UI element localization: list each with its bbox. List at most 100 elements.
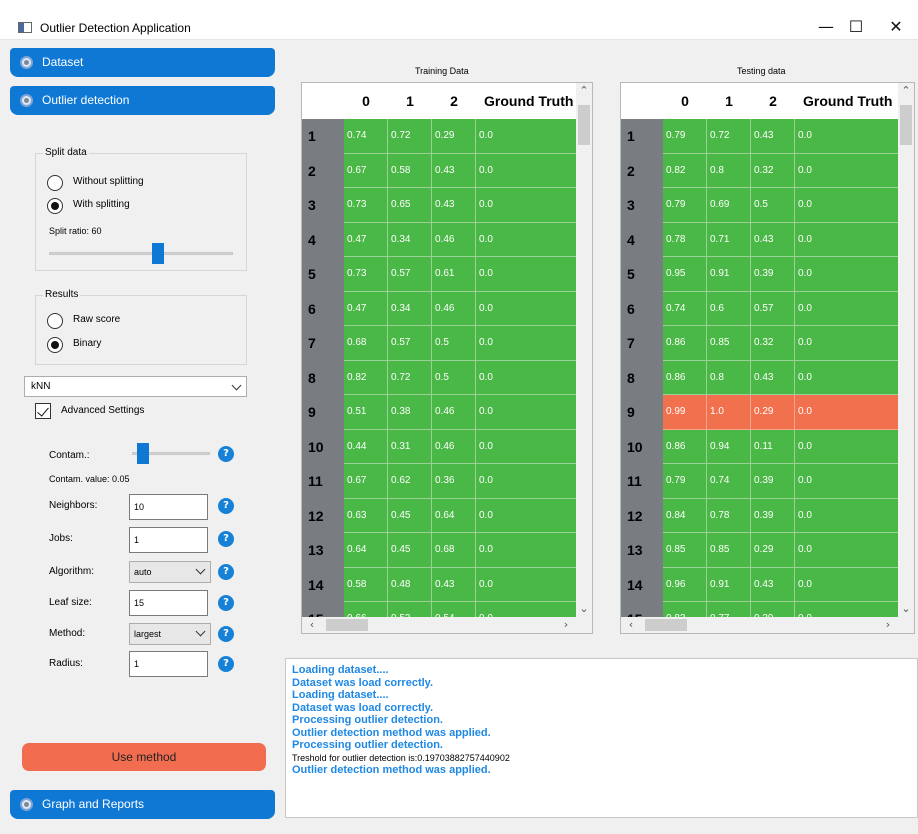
table-cell[interactable]: 0.0: [795, 119, 900, 154]
radius-input[interactable]: 1: [129, 651, 208, 677]
chevron-right-icon[interactable]: ›: [558, 617, 574, 633]
table-cell[interactable]: 0.72: [388, 119, 432, 154]
table-cell[interactable]: 0.0: [476, 498, 581, 533]
table-cell[interactable]: 0.43: [432, 153, 476, 188]
testing-data-table[interactable]: 0 1 2 Ground Truth 1 0.79 0.72 0.43 0.0 2 0.82 0.8 0…: [620, 82, 915, 634]
table-cell[interactable]: 0.73: [344, 257, 388, 292]
vertical-scroll-thumb[interactable]: [578, 105, 590, 145]
contam-slider[interactable]: [137, 443, 149, 464]
results-binary-radio[interactable]: [47, 337, 63, 353]
table-cell[interactable]: 0.0: [795, 291, 900, 326]
results-raw-radio[interactable]: [47, 313, 63, 329]
row-header[interactable]: 12: [621, 498, 663, 533]
maximize-button[interactable]: ☐: [836, 14, 876, 40]
row-header[interactable]: 13: [302, 533, 344, 568]
method-select[interactable]: kNN: [24, 376, 247, 397]
row-header[interactable]: 14: [621, 567, 663, 602]
table-cell[interactable]: 0.5: [432, 326, 476, 361]
table-cell[interactable]: 0.43: [751, 119, 795, 154]
table-cell[interactable]: 0.0: [476, 222, 581, 257]
table-cell[interactable]: 0.0: [476, 360, 581, 395]
leaf-size-input[interactable]: 15: [129, 590, 208, 616]
column-header[interactable]: 0: [663, 83, 707, 119]
table-cell[interactable]: 0.0: [795, 360, 900, 395]
table-cell[interactable]: 0.67: [344, 464, 388, 499]
table-cell[interactable]: 0.32: [751, 153, 795, 188]
table-cell[interactable]: 0.82: [663, 153, 707, 188]
table-cell[interactable]: 0.72: [707, 119, 751, 154]
table-cell[interactable]: 0.85: [707, 533, 751, 568]
table-cell[interactable]: 0.43: [432, 188, 476, 223]
contam-help-icon[interactable]: ?: [218, 446, 234, 462]
table-cell[interactable]: 0.0: [476, 291, 581, 326]
row-header[interactable]: 4: [302, 222, 344, 257]
table-cell[interactable]: 0.47: [344, 222, 388, 257]
table-cell[interactable]: 0.58: [344, 567, 388, 602]
row-header[interactable]: 10: [302, 429, 344, 464]
column-header[interactable]: Ground Truth: [795, 83, 900, 119]
horizontal-scrollbar[interactable]: ‹ ›: [302, 617, 592, 633]
table-cell[interactable]: 0.0: [795, 429, 900, 464]
row-header[interactable]: 14: [302, 567, 344, 602]
row-header[interactable]: 6: [302, 291, 344, 326]
table-cell[interactable]: 0.74: [663, 291, 707, 326]
table-cell[interactable]: 0.0: [795, 498, 900, 533]
table-cell[interactable]: 0.96: [663, 567, 707, 602]
use-method-button[interactable]: Use method: [22, 743, 266, 771]
table-cell[interactable]: 0.29: [751, 395, 795, 430]
table-cell[interactable]: 0.64: [344, 533, 388, 568]
table-cell[interactable]: 0.65: [388, 188, 432, 223]
table-cell[interactable]: 0.74: [344, 119, 388, 154]
table-cell[interactable]: 0.74: [707, 464, 751, 499]
table-cell[interactable]: 0.0: [795, 153, 900, 188]
table-cell[interactable]: 0.0: [795, 188, 900, 223]
algorithm-select[interactable]: auto: [129, 561, 211, 583]
row-header[interactable]: 6: [621, 291, 663, 326]
table-cell[interactable]: 0.34: [388, 222, 432, 257]
table-cell[interactable]: 0.51: [344, 395, 388, 430]
table-cell[interactable]: 0.72: [388, 360, 432, 395]
table-cell[interactable]: 0.79: [663, 188, 707, 223]
method-param-select[interactable]: largest: [129, 623, 211, 645]
table-cell[interactable]: 0.57: [751, 291, 795, 326]
table-cell[interactable]: 0.91: [707, 567, 751, 602]
table-cell[interactable]: 0.0: [476, 429, 581, 464]
split-with-radio[interactable]: [47, 198, 63, 214]
table-cell[interactable]: 0.99: [663, 395, 707, 430]
row-header[interactable]: 5: [302, 257, 344, 292]
chevron-right-icon[interactable]: ›: [880, 617, 896, 633]
horizontal-scroll-thumb[interactable]: [645, 619, 687, 631]
jobs-input[interactable]: 1: [129, 527, 208, 553]
training-data-table[interactable]: 0 1 2 Ground Truth 1 0.74 0.72 0.29 0.0 2 0.67 0.58…: [301, 82, 593, 634]
table-cell[interactable]: 0.79: [663, 119, 707, 154]
table-cell[interactable]: 0.57: [388, 257, 432, 292]
row-header[interactable]: 8: [621, 360, 663, 395]
row-header[interactable]: 2: [621, 153, 663, 188]
split-ratio-slider[interactable]: [152, 243, 164, 264]
table-cell[interactable]: 0.57: [388, 326, 432, 361]
leaf-size-help-icon[interactable]: ?: [218, 595, 234, 611]
table-cell[interactable]: 0.69: [707, 188, 751, 223]
table-cell[interactable]: 0.91: [707, 257, 751, 292]
chevron-left-icon[interactable]: ‹: [304, 617, 320, 633]
table-cell[interactable]: 0.29: [751, 533, 795, 568]
horizontal-scroll-thumb[interactable]: [326, 619, 368, 631]
column-header[interactable]: 1: [707, 83, 751, 119]
method-help-icon[interactable]: ?: [218, 626, 234, 642]
table-cell[interactable]: 0.43: [432, 567, 476, 602]
table-cell[interactable]: 0.0: [476, 567, 581, 602]
table-cell[interactable]: 0.0: [795, 257, 900, 292]
row-header[interactable]: 1: [302, 119, 344, 154]
table-cell[interactable]: 0.71: [707, 222, 751, 257]
vertical-scrollbar[interactable]: ⌃ ⌄: [898, 83, 914, 617]
table-cell[interactable]: 0.34: [388, 291, 432, 326]
horizontal-scrollbar[interactable]: ‹ ›: [621, 617, 914, 633]
table-cell[interactable]: 0.86: [663, 360, 707, 395]
row-header[interactable]: 3: [302, 188, 344, 223]
graph-section-button[interactable]: Graph and Reports: [10, 790, 275, 819]
column-header[interactable]: 2: [751, 83, 795, 119]
chevron-down-icon[interactable]: ⌄: [576, 601, 592, 617]
table-cell[interactable]: 0.45: [388, 533, 432, 568]
row-header[interactable]: 5: [621, 257, 663, 292]
jobs-help-icon[interactable]: ?: [218, 531, 234, 547]
